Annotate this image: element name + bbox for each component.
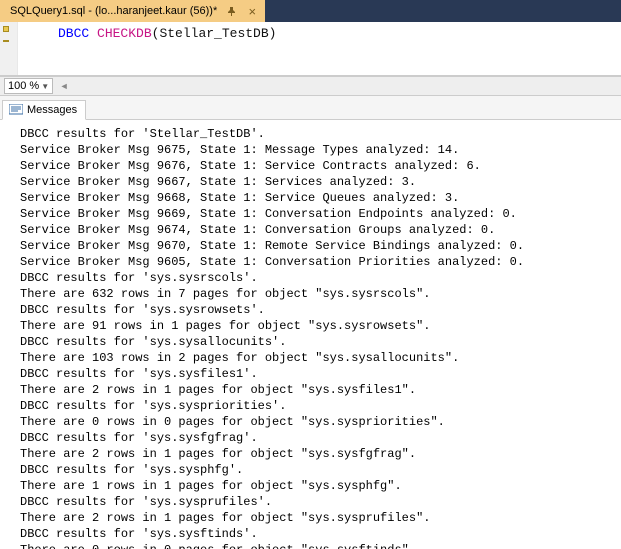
message-line: There are 1 rows in 1 pages for object "… xyxy=(20,478,617,494)
zoom-dropdown[interactable]: 100 % ▼ xyxy=(4,78,53,94)
message-line: DBCC results for 'sys.sysrowsets'. xyxy=(20,302,617,318)
message-line: DBCC results for 'sys.sysfgfrag'. xyxy=(20,430,617,446)
close-icon[interactable]: × xyxy=(245,4,259,18)
nav-left-icon[interactable]: ◄ xyxy=(57,79,71,93)
message-line: Service Broker Msg 9676, State 1: Servic… xyxy=(20,158,617,174)
editor-content[interactable]: DBCC CHECKDB(Stellar_TestDB) xyxy=(48,22,284,75)
message-line: There are 0 rows in 0 pages for object "… xyxy=(20,542,617,549)
message-line: DBCC results for 'sys.sysrscols'. xyxy=(20,270,617,286)
document-tab[interactable]: SQLQuery1.sql - (lo...haranjeet.kaur (56… xyxy=(0,0,265,22)
message-line: DBCC results for 'sys.sysprufiles'. xyxy=(20,494,617,510)
message-line: There are 2 rows in 1 pages for object "… xyxy=(20,446,617,462)
message-line: Service Broker Msg 9670, State 1: Remote… xyxy=(20,238,617,254)
change-marker-icon xyxy=(3,26,9,32)
message-line: DBCC results for 'sys.sysfiles1'. xyxy=(20,366,617,382)
message-line: Service Broker Msg 9668, State 1: Servic… xyxy=(20,190,617,206)
message-line: DBCC results for 'Stellar_TestDB'. xyxy=(20,126,617,142)
message-line: There are 632 rows in 7 pages for object… xyxy=(20,286,617,302)
message-line: There are 91 rows in 1 pages for object … xyxy=(20,318,617,334)
message-line: There are 0 rows in 0 pages for object "… xyxy=(20,414,617,430)
message-line: There are 2 rows in 1 pages for object "… xyxy=(20,510,617,526)
message-line: Service Broker Msg 9675, State 1: Messag… xyxy=(20,142,617,158)
keyword-dbcc: DBCC xyxy=(58,26,89,41)
messages-icon xyxy=(9,104,23,116)
message-line: Service Broker Msg 9669, State 1: Conver… xyxy=(20,206,617,222)
results-tab-strip: Messages xyxy=(0,96,621,120)
message-line: DBCC results for 'sys.sysftinds'. xyxy=(20,526,617,542)
pin-icon[interactable] xyxy=(225,5,237,17)
zoom-value: 100 % xyxy=(8,80,39,92)
message-line: DBCC results for 'sys.sysallocunits'. xyxy=(20,334,617,350)
editor-gutter xyxy=(0,22,18,75)
message-line: DBCC results for 'sys.sysphfg'. xyxy=(20,462,617,478)
chevron-down-icon: ▼ xyxy=(41,82,49,91)
editor-argument: (Stellar_TestDB) xyxy=(152,26,277,41)
sql-editor[interactable]: DBCC CHECKDB(Stellar_TestDB) xyxy=(0,22,621,76)
keyword-checkdb: CHECKDB xyxy=(97,26,152,41)
change-marker-icon xyxy=(3,40,9,42)
messages-tab[interactable]: Messages xyxy=(2,100,86,120)
document-tab-strip: SQLQuery1.sql - (lo...haranjeet.kaur (56… xyxy=(0,0,621,22)
document-tab-title: SQLQuery1.sql - (lo...haranjeet.kaur (56… xyxy=(10,5,217,17)
message-line: Service Broker Msg 9605, State 1: Conver… xyxy=(20,254,617,270)
messages-output[interactable]: DBCC results for 'Stellar_TestDB'.Servic… xyxy=(0,120,621,549)
message-line: Service Broker Msg 9674, State 1: Conver… xyxy=(20,222,617,238)
zoom-bar: 100 % ▼ ◄ xyxy=(0,76,621,96)
message-line: Service Broker Msg 9667, State 1: Servic… xyxy=(20,174,617,190)
message-line: DBCC results for 'sys.syspriorities'. xyxy=(20,398,617,414)
message-line: There are 2 rows in 1 pages for object "… xyxy=(20,382,617,398)
messages-tab-label: Messages xyxy=(27,104,77,116)
message-line: There are 103 rows in 2 pages for object… xyxy=(20,350,617,366)
